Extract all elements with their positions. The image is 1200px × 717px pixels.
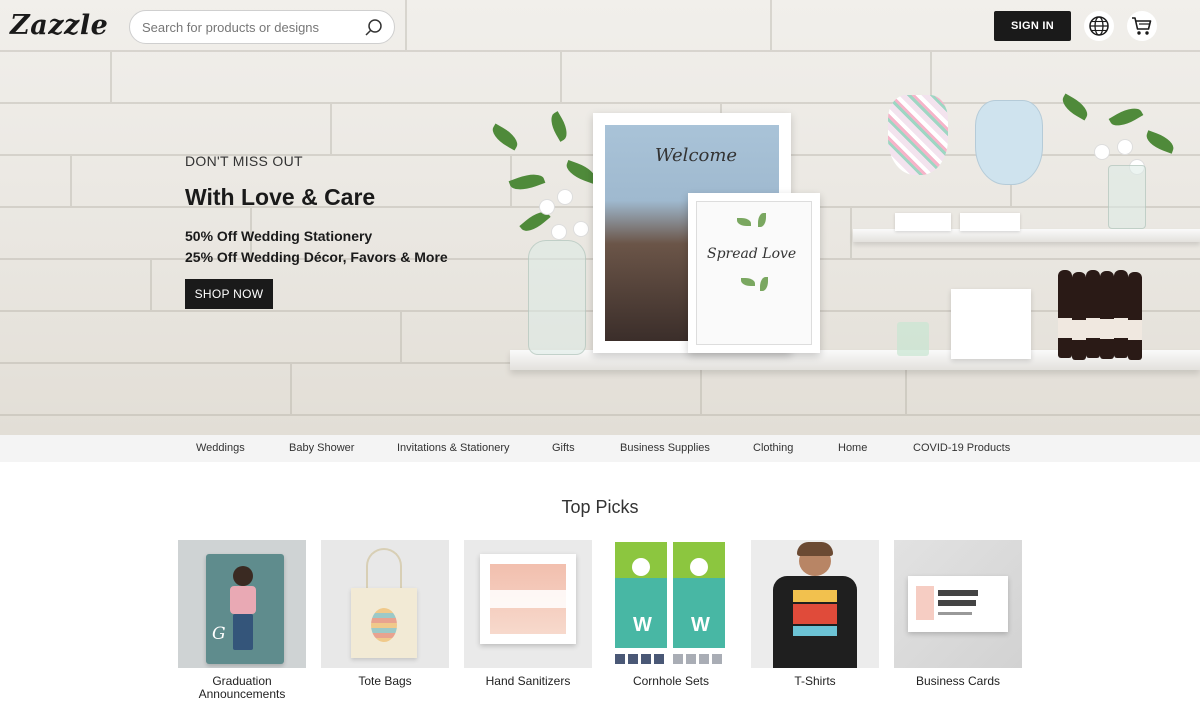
shop-now-button[interactable]: SHOP NOW bbox=[185, 279, 273, 309]
language-button[interactable] bbox=[1084, 11, 1114, 41]
nav-covid-19-products[interactable]: COVID-19 Products bbox=[913, 442, 1010, 454]
nav-gifts[interactable]: Gifts bbox=[552, 442, 575, 454]
product-tile-tote-bags[interactable]: Tote Bags bbox=[321, 540, 449, 688]
hero-promo-decor: 25% Off Wedding Décor, Favors & More bbox=[185, 249, 448, 265]
zazzle-logo[interactable]: Zazzle bbox=[10, 10, 108, 41]
product-label[interactable]: Hand Sanitizers bbox=[464, 675, 592, 688]
t-shirt-image[interactable] bbox=[751, 540, 879, 668]
welcome-sign-text: Welcome bbox=[655, 145, 738, 166]
nav-business-supplies[interactable]: Business Supplies bbox=[620, 442, 710, 454]
product-label[interactable]: T-Shirts bbox=[751, 675, 879, 688]
hero-eyebrow: DON'T MISS OUT bbox=[185, 153, 303, 169]
product-tile-cornhole-sets[interactable]: W W Cornhole Sets bbox=[607, 540, 735, 688]
cart-button[interactable] bbox=[1127, 11, 1157, 41]
floral-face-mask bbox=[888, 95, 948, 175]
nav-weddings[interactable]: Weddings bbox=[196, 442, 245, 454]
product-label[interactable]: Business Cards bbox=[894, 675, 1022, 688]
category-nav: Weddings Baby Shower Invitations & Stati… bbox=[0, 435, 1200, 462]
hand-sanitizer-image[interactable] bbox=[464, 540, 592, 668]
product-tile-hand-sanitizers[interactable]: Hand Sanitizers bbox=[464, 540, 592, 688]
search-input[interactable] bbox=[142, 19, 352, 35]
search-bar[interactable] bbox=[129, 10, 395, 44]
nav-invitations-stationery[interactable]: Invitations & Stationery bbox=[397, 442, 510, 454]
nav-clothing[interactable]: Clothing bbox=[753, 442, 793, 454]
business-card-image[interactable] bbox=[894, 540, 1022, 668]
hero-headline: With Love & Care bbox=[185, 184, 376, 210]
graduation-announcement-image[interactable]: G bbox=[178, 540, 306, 668]
product-label[interactable]: Tote Bags bbox=[321, 675, 449, 688]
top-picks-title: Top Picks bbox=[561, 497, 639, 517]
product-label[interactable]: Cornhole Sets bbox=[607, 675, 735, 688]
hero-banner[interactable]: Zazzle SIGN IN DON'T MISS OUT With Love … bbox=[0, 0, 1200, 435]
product-label[interactable]: Graduation Announcements bbox=[178, 675, 306, 701]
search-icon[interactable] bbox=[364, 18, 384, 38]
favor-bag bbox=[951, 289, 1031, 359]
cornhole-set-image[interactable]: W W bbox=[607, 540, 735, 668]
product-tile-t-shirts[interactable]: T-Shirts bbox=[751, 540, 879, 688]
globe-icon bbox=[1089, 16, 1109, 36]
product-tile-graduation-announcements[interactable]: G Graduation Announcements bbox=[178, 540, 306, 701]
spread-love-sign-frame: Spread Love bbox=[688, 193, 820, 353]
tote-bag-image[interactable] bbox=[321, 540, 449, 668]
spread-love-sign-text: Spread Love bbox=[707, 246, 797, 262]
cart-icon bbox=[1132, 17, 1152, 35]
nav-baby-shower[interactable]: Baby Shower bbox=[289, 442, 354, 454]
flower-vase bbox=[528, 240, 586, 355]
product-tile-business-cards[interactable]: Business Cards bbox=[894, 540, 1022, 688]
sign-in-button[interactable]: SIGN IN bbox=[994, 11, 1071, 41]
hero-promo-stationery: 50% Off Wedding Stationery bbox=[185, 228, 373, 244]
blue-face-mask bbox=[975, 100, 1043, 185]
nav-home[interactable]: Home bbox=[838, 442, 867, 454]
